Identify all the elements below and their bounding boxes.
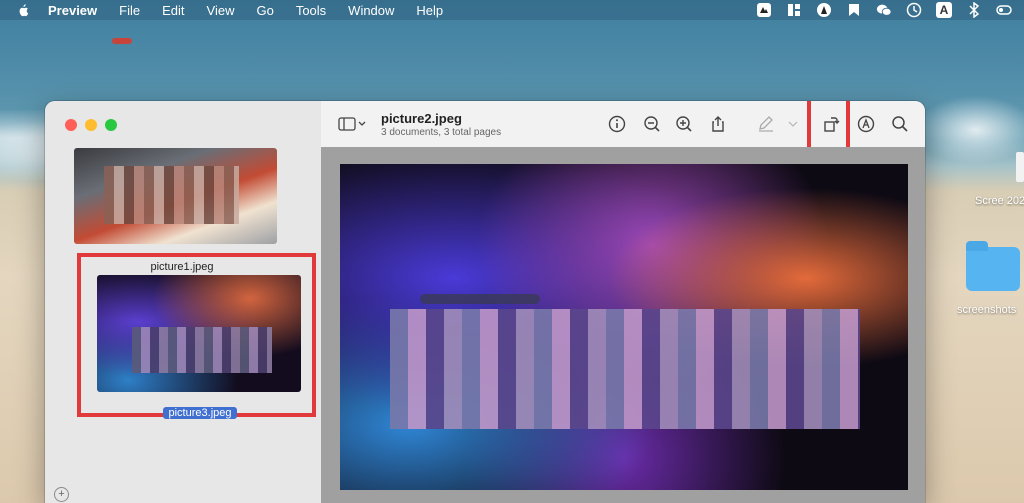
menu-go[interactable]: Go — [256, 3, 273, 18]
car-spoiler — [420, 294, 540, 304]
window-layout-icon[interactable] — [786, 2, 802, 18]
menu-edit[interactable]: Edit — [162, 3, 184, 18]
markup-chevron-down-icon[interactable] — [787, 115, 799, 133]
vpn-icon[interactable] — [816, 2, 832, 18]
wechat-icon[interactable] — [876, 2, 892, 18]
pixelated-region — [104, 166, 239, 224]
zoom-button[interactable] — [105, 119, 117, 131]
document-subtitle: 3 documents, 3 total pages — [381, 127, 502, 138]
status-bar: A — [756, 2, 1012, 18]
annotation-highlight-thumbnail — [77, 253, 316, 417]
clock-icon[interactable] — [906, 2, 922, 18]
zoom-in-icon[interactable] — [675, 115, 693, 133]
search-icon[interactable] — [891, 115, 909, 133]
desktop-folder-label[interactable]: screenshots — [957, 304, 1024, 316]
sidebar-toggle-icon[interactable] — [338, 115, 366, 133]
desktop-screenshot-file-icon[interactable] — [1016, 152, 1024, 182]
info-icon[interactable] — [608, 115, 626, 133]
markup-pen-icon[interactable] — [757, 115, 775, 133]
menu-tools[interactable]: Tools — [296, 3, 326, 18]
desktop-screenshot-label[interactable]: Scree 2024-0 — [975, 195, 1024, 207]
swimmer — [112, 38, 132, 44]
document-title: picture2.jpeg — [381, 111, 462, 126]
menu-file[interactable]: File — [119, 3, 140, 18]
bookmark-icon[interactable] — [846, 2, 862, 18]
thumbnail-label-picture3[interactable]: picture3.jpeg — [163, 407, 237, 419]
window-controls — [65, 119, 117, 131]
menu-view[interactable]: View — [207, 3, 235, 18]
preview-window: picture1.jpeg picture3.jpeg + picture2.j… — [45, 101, 925, 503]
bluetooth-icon[interactable] — [966, 2, 982, 18]
zoom-out-icon[interactable] — [643, 115, 661, 133]
menu-window[interactable]: Window — [348, 3, 394, 18]
document-canvas — [321, 147, 925, 503]
main-image[interactable] — [340, 164, 908, 490]
menubar: Preview File Edit View Go Tools Window H… — [0, 0, 1024, 20]
desktop-folder-icon[interactable] — [966, 241, 1020, 291]
pixelated-region — [390, 309, 860, 429]
toolbar: picture2.jpeg 3 documents, 3 total pages — [321, 101, 925, 157]
close-button[interactable] — [65, 119, 77, 131]
share-icon[interactable] — [709, 115, 727, 133]
thumbnail-picture-top[interactable] — [74, 148, 277, 244]
app-icon-1[interactable] — [756, 2, 772, 18]
thumbnail-sidebar: picture1.jpeg picture3.jpeg + — [45, 101, 322, 503]
markup-toolbar-icon[interactable] — [857, 115, 875, 133]
apple-icon[interactable] — [16, 3, 30, 17]
add-page-icon[interactable]: + — [54, 487, 69, 502]
control-icon[interactable] — [996, 2, 1012, 18]
minimize-button[interactable] — [85, 119, 97, 131]
keyboard-input-icon[interactable]: A — [936, 2, 952, 18]
menu-app-name[interactable]: Preview — [48, 3, 97, 18]
menu-help[interactable]: Help — [416, 3, 443, 18]
